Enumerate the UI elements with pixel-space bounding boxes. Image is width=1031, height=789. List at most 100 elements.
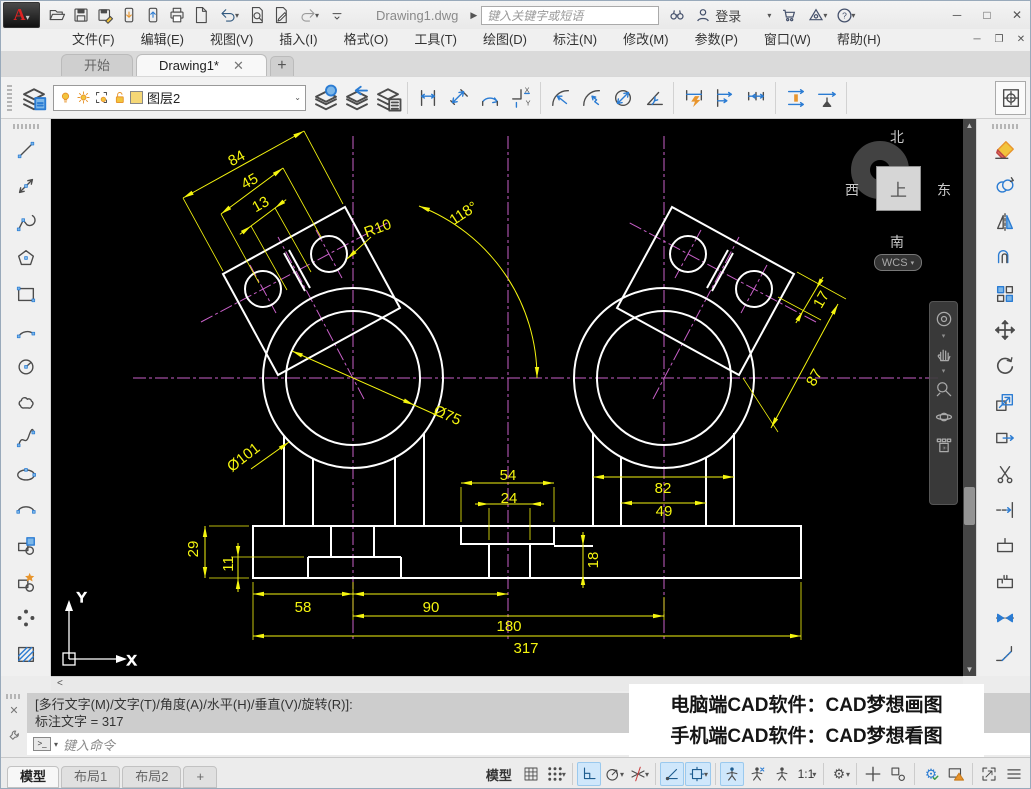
model-space-button[interactable]: 模型 (480, 762, 518, 786)
layer-properties-button[interactable] (372, 81, 403, 115)
view-cube-east[interactable]: 东 (937, 180, 951, 200)
scale-button[interactable] (987, 384, 1023, 420)
spline-button[interactable] (8, 420, 44, 456)
isolate-objects-button[interactable] (886, 762, 910, 786)
dim-ordinate-button[interactable]: YX (505, 81, 536, 115)
line-button[interactable] (8, 132, 44, 168)
array-button[interactable] (987, 276, 1023, 312)
toolbar-grip[interactable] (7, 85, 12, 111)
dim-arclength-button[interactable] (474, 81, 505, 115)
make-block-button[interactable] (8, 564, 44, 600)
scroll-left-icon[interactable]: < (57, 678, 63, 689)
tab-start[interactable]: 开始 (61, 54, 133, 76)
open-button[interactable] (46, 4, 68, 26)
dim-centermark-button[interactable] (995, 81, 1026, 115)
move-button[interactable] (987, 312, 1023, 348)
store-cart-icon[interactable] (780, 7, 798, 23)
layer-make-current-button[interactable] (310, 81, 341, 115)
settings-button[interactable]: ⚙▾ (828, 762, 852, 786)
draw-toolbar-grip[interactable] (13, 124, 39, 129)
ortho-button[interactable] (577, 762, 601, 786)
rotate-button[interactable] (987, 348, 1023, 384)
undo-button[interactable]: ▾ (214, 4, 244, 26)
save-as-button[interactable] (94, 4, 116, 26)
osnap-button[interactable]: ▾ (685, 762, 711, 786)
hatch-button[interactable] (8, 636, 44, 672)
view-cube-top[interactable]: 上 (876, 166, 921, 211)
layout-tab-2[interactable]: 布局2 (122, 766, 181, 788)
menu-item-f[interactable]: 文件(F) (59, 29, 128, 51)
new-file-button[interactable] (190, 4, 212, 26)
clean-screen-button[interactable] (977, 762, 1001, 786)
menu-item-p[interactable]: 参数(P) (682, 29, 751, 51)
command-close-icon[interactable]: ✕ (9, 704, 18, 717)
wcs-button[interactable]: WCS▾ (874, 254, 922, 271)
search-input[interactable]: 键入关键字或短语 (481, 6, 659, 25)
menu-item-h[interactable]: 帮助(H) (824, 29, 894, 51)
scale-1-1-dropdown-icon[interactable]: ▾ (812, 770, 816, 779)
polygon-button[interactable] (8, 240, 44, 276)
drawing-canvas[interactable]: YX844513R10118°Ø75Ø101178754248249291118… (51, 119, 963, 676)
doc-restore-button[interactable]: ❐ (988, 31, 1010, 49)
hardware-acceleration-button[interactable] (944, 762, 968, 786)
orbit-button[interactable] (932, 404, 956, 430)
sketch-button[interactable] (270, 4, 292, 26)
dim-linear-button[interactable] (412, 81, 443, 115)
annotation-scale-button[interactable] (770, 762, 794, 786)
selection-crosshair-button[interactable] (861, 762, 885, 786)
view-cube-west[interactable]: 西 (845, 180, 859, 200)
trim-button[interactable] (987, 456, 1023, 492)
tab-close-icon[interactable]: ✕ (233, 55, 244, 76)
dim-radius-button[interactable] (545, 81, 576, 115)
doc-minimize-button[interactable]: ─ (966, 31, 988, 49)
ellipse-button[interactable] (8, 456, 44, 492)
view-cube-south[interactable]: 南 (890, 232, 904, 252)
dim-quick-button[interactable] (678, 81, 709, 115)
polar-button[interactable]: ▾ (602, 762, 626, 786)
layer-select-dropdown-icon[interactable]: ⌄ (294, 93, 301, 102)
insert-block-button[interactable] (8, 528, 44, 564)
join-button[interactable] (987, 600, 1023, 636)
annotation-autoscale-button[interactable] (745, 762, 769, 786)
minimize-button[interactable]: ─ (942, 3, 972, 27)
search-flyout-icon[interactable]: ▶ (470, 10, 477, 21)
new-layout-button[interactable]: + (183, 766, 217, 788)
break-button[interactable] (987, 564, 1023, 600)
app-logo-button[interactable]: A▾ (3, 2, 40, 28)
dim-baseline-button[interactable] (709, 81, 740, 115)
annotation-visibility-button[interactable] (720, 762, 744, 786)
show-motion-button[interactable] (932, 432, 956, 458)
settings-dropdown-icon[interactable]: ▾ (846, 770, 850, 779)
dim-angular-button[interactable] (638, 81, 669, 115)
doc-close-button[interactable]: ✕ (1010, 31, 1031, 49)
dim-diameter-button[interactable] (607, 81, 638, 115)
extend-button[interactable] (987, 492, 1023, 528)
redo-button[interactable]: ▾ (294, 4, 324, 26)
menu-item-v[interactable]: 视图(V) (197, 29, 266, 51)
menu-item-d[interactable]: 绘图(D) (470, 29, 540, 51)
search-binoculars-icon[interactable] (668, 7, 686, 23)
scroll-down-icon[interactable]: ▼ (963, 665, 976, 674)
workspace-button[interactable]: ⚙ (919, 762, 943, 786)
tab-drawing1[interactable]: Drawing1*✕ (136, 54, 267, 76)
stretch-button[interactable] (987, 420, 1023, 456)
offset-button[interactable] (987, 240, 1023, 276)
nav-expand-icon[interactable]: ▾ (942, 334, 946, 339)
user-icon[interactable] (695, 7, 711, 23)
maximize-button[interactable]: □ (972, 3, 1002, 27)
menu-item-m[interactable]: 修改(M) (610, 29, 682, 51)
scale-1-1-button[interactable]: 1:1▾ (795, 762, 819, 786)
navigation-wheel-button[interactable] (932, 306, 956, 332)
grid-button[interactable] (519, 762, 543, 786)
pan-button[interactable] (932, 341, 956, 367)
command-prompt-icon[interactable]: >_ (33, 737, 51, 751)
command-dropdown-icon[interactable]: ▾ (54, 740, 58, 749)
close-button[interactable]: ✕ (1002, 3, 1031, 27)
view-cube-north[interactable]: 北 (890, 127, 904, 147)
rectangle-button[interactable] (8, 276, 44, 312)
layer-select[interactable]: 图层2 ⌄ (53, 85, 306, 111)
view-cube[interactable]: 北 南 西 东 上 (836, 127, 961, 257)
scroll-up-icon[interactable]: ▲ (963, 121, 976, 130)
arc-button[interactable] (8, 312, 44, 348)
customization-button[interactable] (1002, 762, 1026, 786)
